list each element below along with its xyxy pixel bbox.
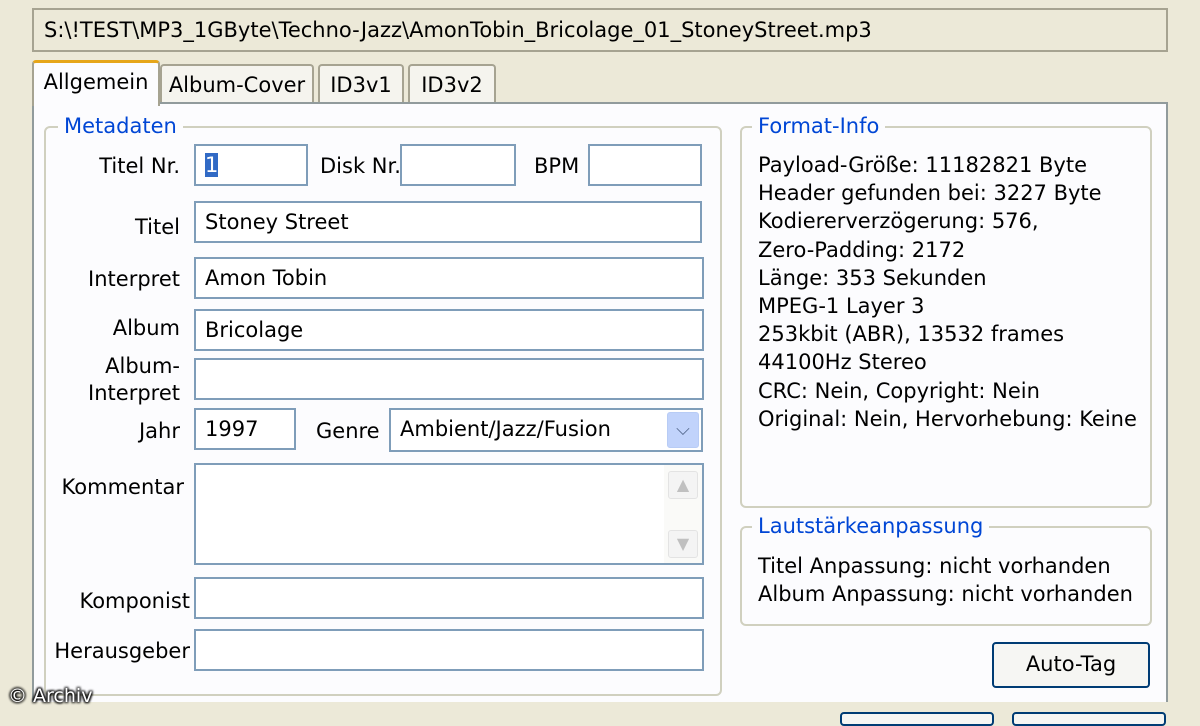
format-info-line: Header gefunden bei: 3227 Byte xyxy=(758,181,1102,206)
composer-label: Komponist xyxy=(79,589,190,613)
comment-label: Kommentar xyxy=(61,475,184,499)
album-artist-input[interactable] xyxy=(194,358,704,400)
format-info-line: Länge: 353 Sekunden xyxy=(758,265,987,290)
format-info-line: Payload-Größe: 11182821 Byte xyxy=(758,153,1087,177)
tab-allgemein[interactable]: Allgemein xyxy=(32,60,160,106)
format-info-list: Payload-Größe: 11182821 Byte Header gefu… xyxy=(758,151,1137,433)
genre-value: Ambient/Jazz/Fusion xyxy=(400,417,611,441)
year-label: Jahr xyxy=(138,419,180,443)
format-info-line: 253kbit (ABR), 13532 frames xyxy=(758,322,1065,347)
tab-id3v2[interactable]: ID3v2 xyxy=(408,64,496,104)
album-artist-label-line1: Album- xyxy=(105,354,180,378)
dialog-button-partial[interactable] xyxy=(1012,712,1166,726)
format-info-line: Original: Nein, Hervorhebung: Keine xyxy=(758,406,1137,431)
scroll-up-arrow-icon[interactable]: ▲ xyxy=(668,471,698,499)
track-no-input[interactable]: 1 xyxy=(194,144,308,186)
volume-legend: Lautstärkeanpassung xyxy=(752,514,990,538)
album-label: Album xyxy=(112,316,180,340)
scroll-down-arrow-icon[interactable]: ▼ xyxy=(668,530,698,558)
dialog-button-partial[interactable] xyxy=(840,712,994,726)
genre-select[interactable]: Ambient/Jazz/Fusion xyxy=(389,408,703,452)
tab-id3v1[interactable]: ID3v1 xyxy=(318,64,404,104)
file-path-display: S:\!TEST\MP3_1GByte\Techno-Jazz\AmonTobi… xyxy=(32,8,1168,52)
format-info-line: 44100Hz Stereo xyxy=(758,350,927,375)
year-input[interactable]: 1997 xyxy=(194,408,296,450)
title-label: Titel xyxy=(134,215,180,239)
album-input[interactable]: Bricolage xyxy=(194,309,704,351)
disc-no-label: Disk Nr. xyxy=(320,154,401,178)
publisher-input[interactable] xyxy=(194,629,704,671)
copyright-watermark: © Archiv xyxy=(8,685,93,707)
bpm-label: BPM xyxy=(534,154,580,178)
album-artist-label-line2: Interpret xyxy=(88,381,180,405)
format-info-line: Kodiererverzögerung: 576, xyxy=(758,209,1039,234)
chevron-down-icon[interactable]: ⌵ xyxy=(667,412,699,448)
format-info-line: CRC: Nein, Copyright: Nein xyxy=(758,378,1040,403)
bpm-input[interactable] xyxy=(588,144,702,186)
title-input[interactable]: Stoney Street xyxy=(194,201,702,243)
composer-input[interactable] xyxy=(194,577,704,619)
volume-info-line: Titel Anpassung: nicht vorhanden xyxy=(758,554,1111,578)
format-info-line: Zero-Padding: 2172 xyxy=(758,237,966,262)
comment-textarea[interactable] xyxy=(194,463,704,565)
volume-info-list: Titel Anpassung: nicht vorhanden Album A… xyxy=(758,552,1133,608)
album-artist-label: Album- Interpret xyxy=(60,353,180,407)
volume-info-line: Album Anpassung: nicht vorhanden xyxy=(758,582,1133,607)
artist-input[interactable]: Amon Tobin xyxy=(194,257,704,299)
tab-album-cover[interactable]: Album-Cover xyxy=(160,64,314,104)
format-info-legend: Format-Info xyxy=(752,114,886,138)
track-no-value: 1 xyxy=(205,153,219,177)
metadata-legend: Metadaten xyxy=(58,114,183,138)
auto-tag-button[interactable]: Auto-Tag xyxy=(992,642,1150,688)
publisher-label: Herausgeber xyxy=(54,639,190,663)
artist-label: Interpret xyxy=(88,267,180,291)
disc-no-input[interactable] xyxy=(400,144,516,186)
track-no-label: Titel Nr. xyxy=(99,154,180,178)
format-info-line: MPEG-1 Layer 3 xyxy=(758,294,925,319)
genre-label: Genre xyxy=(316,419,380,443)
